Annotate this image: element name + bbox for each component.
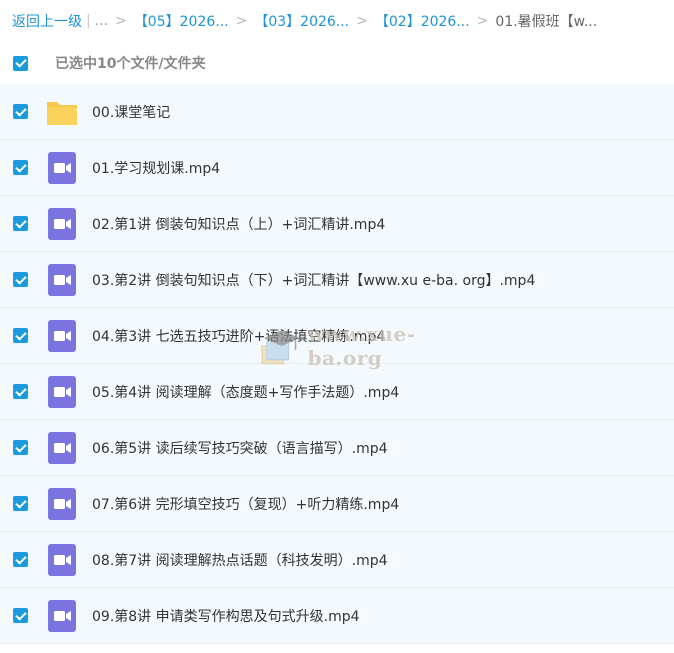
selection-count-label: 已选中10个文件/文件夹 <box>55 56 206 72</box>
file-row[interactable]: 06.第5讲 读后续写技巧突破（语言描写）.mp4 <box>0 420 674 476</box>
file-checkbox[interactable] <box>13 104 28 119</box>
file-checkbox[interactable] <box>13 328 28 343</box>
folder-icon <box>46 96 78 128</box>
file-row[interactable]: 08.第7讲 阅读理解热点话题（科技发明）.mp4 <box>0 532 674 588</box>
file-name[interactable]: 02.第1讲 倒装句知识点（上）+词汇精讲.mp4 <box>92 214 385 234</box>
video-icon <box>46 543 78 576</box>
selection-bar: 已选中10个文件/文件夹 <box>0 44 674 82</box>
file-checkbox[interactable] <box>13 160 28 175</box>
file-checkbox[interactable] <box>13 440 28 455</box>
file-checkbox[interactable] <box>13 216 28 231</box>
file-list: 00.课堂笔记 01.学习规划课.mp4 02.第1讲 倒装句知识点（上）+词汇精讲… <box>0 84 674 644</box>
select-all-checkbox[interactable] <box>13 55 28 71</box>
file-checkbox[interactable] <box>13 496 28 511</box>
video-icon <box>46 207 78 240</box>
video-icon <box>46 263 78 296</box>
file-row[interactable]: 07.第6讲 完形填空技巧（复现）+听力精练.mp4 <box>0 476 674 532</box>
breadcrumb-item[interactable]: 【05】2026... <box>134 11 229 31</box>
file-name[interactable]: 06.第5讲 读后续写技巧突破（语言描写）.mp4 <box>92 438 388 458</box>
file-checkbox[interactable] <box>13 608 28 623</box>
file-name[interactable]: 07.第6讲 完形填空技巧（复现）+听力精练.mp4 <box>92 494 399 514</box>
file-name[interactable]: 03.第2讲 倒装句知识点（下）+词汇精讲【www.xu e-ba. org】.… <box>92 270 535 290</box>
file-name[interactable]: 09.第8讲 申请类写作构思及句式升级.mp4 <box>92 606 360 626</box>
chevron-right-icon: > <box>235 13 248 29</box>
file-checkbox[interactable] <box>13 384 28 399</box>
file-row[interactable]: 05.第4讲 阅读理解（态度题+写作手法题）.mp4 <box>0 364 674 420</box>
file-name[interactable]: 04.第3讲 七选五技巧进阶+语法填空精练.mp4 <box>92 326 385 346</box>
breadcrumb-ellipsis[interactable]: ... <box>95 13 108 29</box>
file-checkbox[interactable] <box>13 552 28 567</box>
file-name[interactable]: 05.第4讲 阅读理解（态度题+写作手法题）.mp4 <box>92 382 399 402</box>
file-checkbox[interactable] <box>13 272 28 287</box>
chevron-right-icon: > <box>476 13 489 29</box>
breadcrumb-divider: | <box>86 13 91 29</box>
breadcrumb: 返回上一级 | ... > 【05】2026... > 【03】2026... … <box>12 0 674 42</box>
file-row[interactable]: 03.第2讲 倒装句知识点（下）+词汇精讲【www.xu e-ba. org】.… <box>0 252 674 308</box>
file-row[interactable]: 00.课堂笔记 <box>0 84 674 140</box>
video-icon <box>46 487 78 520</box>
breadcrumb-item[interactable]: 【03】2026... <box>254 11 349 31</box>
video-icon <box>46 431 78 464</box>
chevron-right-icon: > <box>356 13 368 29</box>
file-row[interactable]: 01.学习规划课.mp4 <box>0 140 674 196</box>
file-row[interactable]: 04.第3讲 七选五技巧进阶+语法填空精练.mp4 <box>0 308 674 364</box>
breadcrumb-item[interactable]: 【02】2026... <box>375 11 470 31</box>
file-name[interactable]: 01.学习规划课.mp4 <box>92 158 220 178</box>
breadcrumb-current: 01.暑假班【w... <box>495 14 598 30</box>
file-name[interactable]: 00.课堂笔记 <box>92 102 170 122</box>
video-icon <box>46 375 78 408</box>
file-row[interactable]: 09.第8讲 申请类写作构思及句式升级.mp4 <box>0 588 674 644</box>
video-icon <box>46 599 78 632</box>
video-icon <box>46 151 78 184</box>
video-icon <box>46 319 78 352</box>
file-row[interactable]: 02.第1讲 倒装句知识点（上）+词汇精讲.mp4 <box>0 196 674 252</box>
file-name[interactable]: 08.第7讲 阅读理解热点话题（科技发明）.mp4 <box>92 550 388 570</box>
chevron-right-icon: > <box>115 13 127 29</box>
back-link[interactable]: 返回上一级 <box>12 11 82 31</box>
